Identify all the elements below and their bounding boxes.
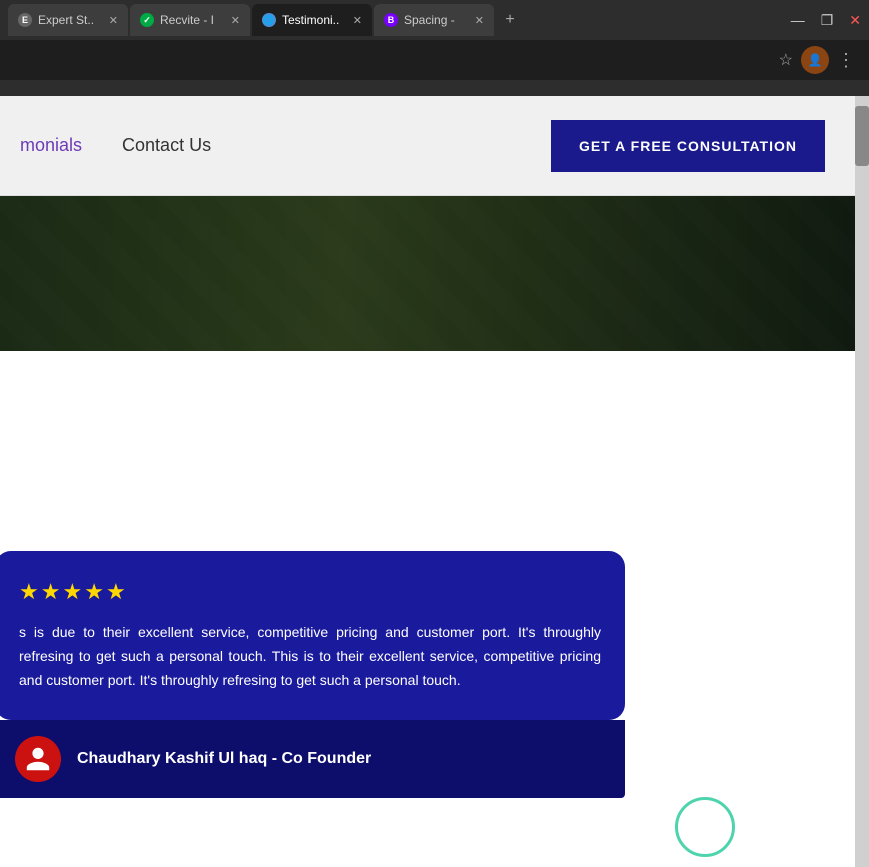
star-4: ★: [84, 579, 104, 605]
window-controls: — ❐ ✕: [791, 12, 861, 29]
browser-menu-icon[interactable]: ⋮: [837, 50, 857, 71]
star-2: ★: [41, 579, 61, 605]
tab-recvite-label: Recvite - I: [160, 13, 225, 27]
tab-testimon-favicon: 🌐: [262, 13, 276, 27]
testimonial-text: s is due to their excellent service, com…: [19, 621, 601, 692]
author-name: Chaudhary Kashif Ul haq - Co Founder: [77, 750, 371, 768]
author-card: Chaudhary Kashif Ul haq - Co Founder: [0, 720, 625, 798]
minimize-button[interactable]: —: [791, 12, 805, 28]
tab-recvite-favicon: ✓: [140, 13, 154, 27]
scrollbar-thumb[interactable]: [855, 106, 869, 166]
hero-image: [0, 196, 855, 351]
white-spacer: [0, 351, 855, 551]
person-icon: [24, 745, 52, 773]
testimonial-section: ★ ★ ★ ★ ★ s is due to their excellent se…: [0, 551, 855, 798]
star-3: ★: [62, 579, 82, 605]
profile-avatar[interactable]: 👤: [801, 46, 829, 74]
close-button[interactable]: ✕: [849, 12, 861, 29]
page-content: monials Contact Us GET A FREE CONSULTATI…: [0, 96, 855, 867]
address-bar-row: ☆ 👤 ⋮: [0, 40, 869, 80]
tab-spacing-close[interactable]: ✕: [475, 14, 484, 27]
tab-recvite[interactable]: ✓ Recvite - I ✕: [130, 4, 250, 36]
nav-links: monials Contact Us: [20, 135, 211, 156]
tab-expert-close[interactable]: ✕: [109, 14, 118, 27]
author-avatar: [15, 736, 61, 782]
nav-link-testimonials[interactable]: monials: [20, 135, 82, 156]
tab-testimon-label: Testimoni..: [282, 13, 347, 27]
decorative-circle: [675, 797, 735, 857]
testimonial-card: ★ ★ ★ ★ ★ s is due to their excellent se…: [0, 551, 625, 720]
tab-recvite-close[interactable]: ✕: [231, 14, 240, 27]
tab-spacing[interactable]: B Spacing - ✕: [374, 4, 494, 36]
tab-testimon-close[interactable]: ✕: [353, 14, 362, 27]
tab-expert[interactable]: E Expert St.. ✕: [8, 4, 128, 36]
navbar: monials Contact Us GET A FREE CONSULTATI…: [0, 96, 855, 196]
cta-button[interactable]: GET A FREE CONSULTATION: [551, 120, 825, 172]
nav-link-contact[interactable]: Contact Us: [122, 135, 211, 156]
maximize-button[interactable]: ❐: [821, 12, 834, 29]
page-viewport: monials Contact Us GET A FREE CONSULTATI…: [0, 96, 869, 867]
star-rating: ★ ★ ★ ★ ★: [19, 579, 601, 605]
tab-expert-label: Expert St..: [38, 13, 103, 27]
tab-testimon[interactable]: 🌐 Testimoni.. ✕: [252, 4, 372, 36]
plus-icon: +: [505, 11, 514, 29]
star-5: ★: [106, 579, 126, 605]
tab-bar: E Expert St.. ✕ ✓ Recvite - I ✕ 🌐 Testim…: [0, 0, 869, 40]
bookmark-icon[interactable]: ☆: [779, 50, 793, 70]
tab-expert-favicon: E: [18, 13, 32, 27]
star-1: ★: [19, 579, 39, 605]
browser-chrome: E Expert St.. ✕ ✓ Recvite - I ✕ 🌐 Testim…: [0, 0, 869, 96]
tab-spacing-favicon: B: [384, 13, 398, 27]
scrollbar-track[interactable]: [855, 96, 869, 867]
new-tab-button[interactable]: +: [496, 6, 524, 34]
tab-spacing-label: Spacing -: [404, 13, 469, 27]
avatar-initial: 👤: [808, 53, 823, 67]
